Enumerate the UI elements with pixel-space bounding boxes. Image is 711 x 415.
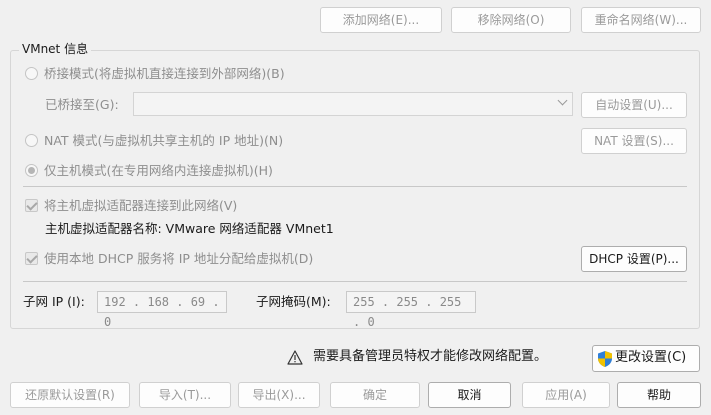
cancel-button[interactable]: 取消 xyxy=(428,382,511,408)
nat-mode-label: NAT 模式(与虚拟机共享主机的 IP 地址)(N) xyxy=(44,133,284,148)
bridged-mode-radio[interactable] xyxy=(25,67,38,80)
change-settings-button[interactable]: 更改设置(C) xyxy=(592,345,700,372)
admin-notice-text: 需要具备管理员特权才能修改网络配置。 xyxy=(313,349,548,364)
adapter-name-label: 主机虚拟适配器名称: VMware 网络适配器 VMnet1 xyxy=(45,221,334,236)
bridged-to-label: 已桥接至(G): xyxy=(45,97,119,112)
divider xyxy=(23,281,687,282)
subnet-mask-field[interactable]: 255 . 255 . 255 . 0 xyxy=(346,291,476,329)
restore-defaults-button[interactable]: 还原默认设置(R) xyxy=(10,382,130,408)
subnet-ip-label: 子网 IP (I): xyxy=(23,294,85,309)
apply-button[interactable]: 应用(A) xyxy=(522,382,610,408)
use-dhcp-label: 使用本地 DHCP 服务将 IP 地址分配给虚拟机(D) xyxy=(44,251,314,266)
export-button[interactable]: 导出(X)... xyxy=(238,382,320,408)
help-button[interactable]: 帮助 xyxy=(617,382,701,408)
warning-icon xyxy=(287,350,303,365)
remove-network-button[interactable]: 移除网络(O) xyxy=(451,7,571,33)
use-dhcp-checkbox[interactable] xyxy=(25,252,38,265)
chevron-down-icon xyxy=(557,95,568,106)
change-settings-label: 更改设置(C) xyxy=(615,350,687,365)
rename-network-button[interactable]: 重命名网络(W)... xyxy=(581,7,701,33)
host-only-mode-label: 仅主机模式(在专用网络内连接虚拟机)(H) xyxy=(44,163,273,178)
auto-settings-button[interactable]: 自动设置(U)... xyxy=(581,92,687,118)
ok-button[interactable]: 确定 xyxy=(330,382,420,408)
bridged-mode-label: 桥接模式(将虚拟机直接连接到外部网络)(B) xyxy=(44,66,285,81)
dhcp-settings-button[interactable]: DHCP 设置(P)... xyxy=(581,246,687,272)
divider xyxy=(23,186,687,187)
connect-adapter-checkbox[interactable] xyxy=(25,199,38,212)
nat-mode-radio[interactable] xyxy=(25,134,38,147)
subnet-mask-label: 子网掩码(M): xyxy=(256,294,331,309)
host-only-mode-radio[interactable] xyxy=(25,164,38,177)
connect-adapter-label: 将主机虚拟适配器连接到此网络(V) xyxy=(44,198,238,213)
add-network-button[interactable]: 添加网络(E)... xyxy=(320,7,442,33)
nat-settings-button[interactable]: NAT 设置(S)... xyxy=(581,128,687,154)
bridged-to-select[interactable] xyxy=(133,92,573,116)
subnet-ip-field[interactable]: 192 . 168 . 69 . 0 xyxy=(97,291,227,329)
vmnet-info-legend: VMnet 信息 xyxy=(19,41,92,57)
import-button[interactable]: 导入(T)... xyxy=(139,382,231,408)
shield-icon xyxy=(597,350,613,368)
